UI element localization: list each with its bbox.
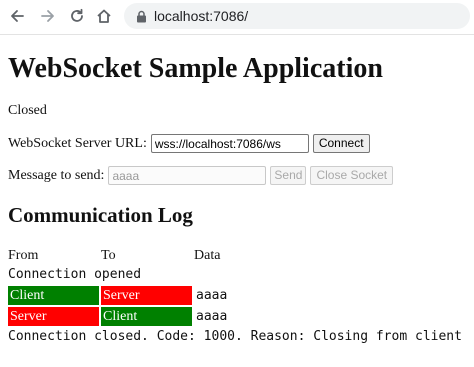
message-row: Message to send: Send Close Socket (8, 166, 394, 185)
log-cell-from: Server (8, 307, 99, 326)
close-socket-button[interactable]: Close Socket (310, 166, 394, 185)
browser-toolbar: localhost:7086/ (0, 0, 474, 35)
log-connection-opened: Connection opened (8, 267, 142, 282)
log-cell-data: aaaa (196, 288, 228, 303)
log-cell-data: aaaa (196, 309, 228, 324)
log-cell-to: Server (101, 286, 192, 305)
arrow-right-icon (41, 10, 54, 22)
message-label: Message to send: (8, 167, 105, 183)
page-title: WebSocket Sample Application (8, 53, 383, 84)
log-connection-closed: Connection closed. Code: 1000. Reason: C… (8, 329, 462, 344)
home-icon (97, 9, 111, 23)
url-text[interactable]: localhost:7086/ (154, 8, 248, 24)
server-url-input[interactable] (150, 134, 309, 153)
home-button[interactable] (93, 5, 115, 27)
log-header-row: From To Data (8, 247, 472, 265)
back-button[interactable] (6, 5, 28, 27)
log-header-to: To (101, 248, 116, 263)
communication-log-table: From To Data Connection opened Client Se… (8, 247, 472, 347)
arrow-left-icon (11, 10, 24, 22)
server-url-row: WebSocket Server URL: Connect (8, 134, 370, 153)
log-title: Communication Log (8, 203, 193, 227)
connect-button[interactable]: Connect (312, 134, 370, 153)
send-button[interactable]: Send (270, 166, 307, 185)
reload-icon (71, 8, 83, 22)
connection-status: Closed (8, 103, 47, 118)
log-cell-to: Client (101, 307, 192, 326)
log-row: Client Server aaaa (8, 285, 472, 306)
log-header-data: Data (194, 248, 221, 263)
address-bar[interactable]: localhost:7086/ (124, 3, 470, 29)
log-row: Server Client aaaa (8, 306, 472, 327)
log-cell-from: Client (8, 286, 99, 305)
log-header-from: From (8, 248, 39, 263)
forward-button[interactable] (37, 5, 59, 27)
reload-button[interactable] (66, 5, 88, 27)
message-input[interactable] (108, 166, 267, 185)
server-url-label: WebSocket Server URL: (8, 135, 147, 151)
lock-icon[interactable] (134, 9, 148, 23)
